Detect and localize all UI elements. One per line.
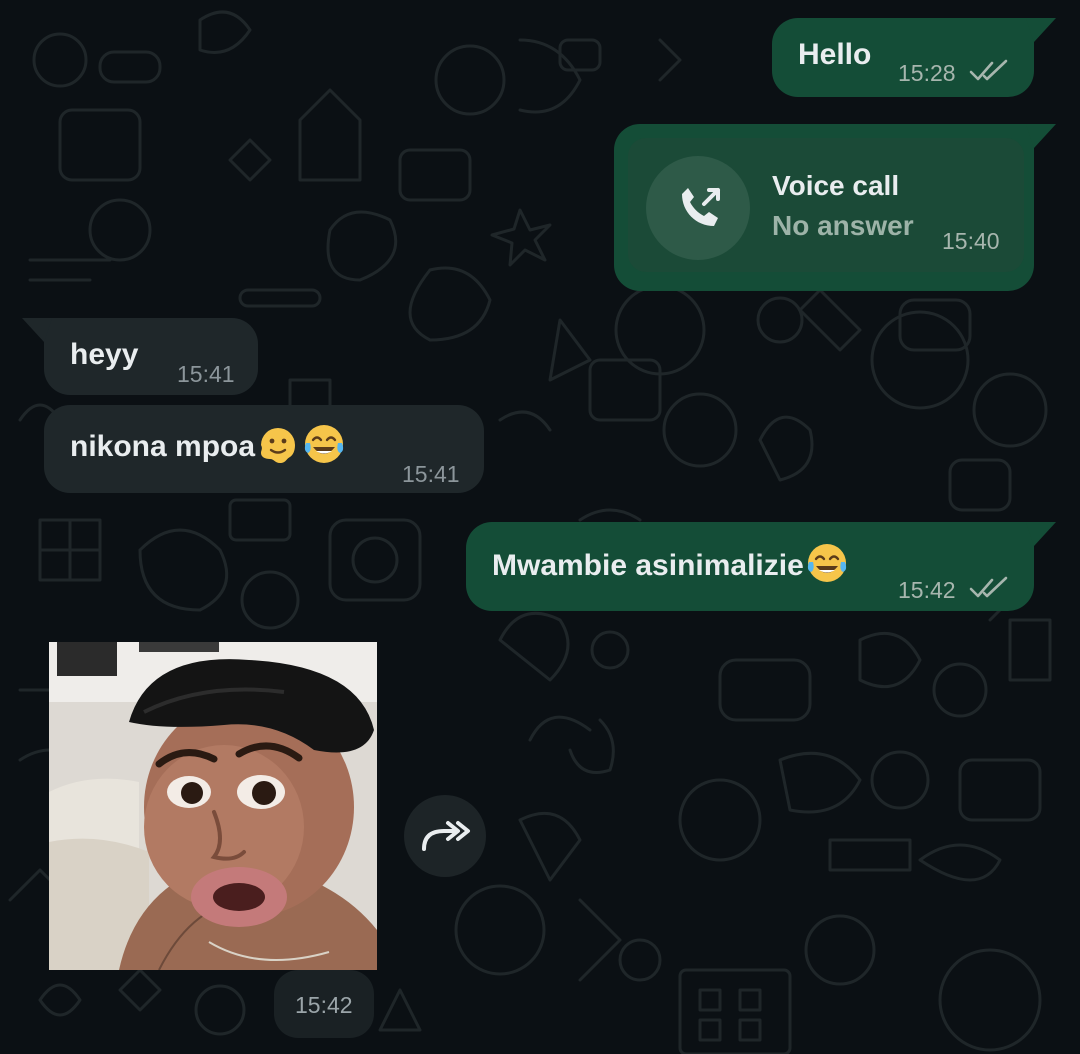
call-icon-circle: [646, 156, 750, 260]
read-double-check-icon: [969, 576, 1008, 598]
melting-face-emoji: [261, 428, 296, 463]
message-text: Mwambie asinimalizie: [492, 544, 850, 586]
message-text: Hello: [798, 38, 872, 71]
message-text: nikona mpoa: [70, 425, 347, 467]
missed-outgoing-call-icon: [682, 188, 720, 226]
bubble-tail: [22, 318, 52, 342]
message-timestamp: 15:40: [942, 228, 1000, 254]
photo-thumbnail: [49, 642, 377, 970]
bubble-tail: [1026, 124, 1056, 148]
tears-of-joy-emoji: [807, 544, 846, 582]
forward-icon: [422, 821, 470, 851]
call-title: Voice call: [772, 170, 900, 201]
image-timestamp-pill: 15:42: [274, 970, 374, 1038]
voice-call-card[interactable]: Voice call No answer 15:40: [628, 138, 1024, 272]
message-timestamp: 15:28: [898, 60, 956, 86]
outgoing-message-bubble[interactable]: Mwambie asinimalizie 15:42: [466, 522, 1056, 611]
read-double-check-icon: [969, 59, 1008, 81]
message-timestamp: 15:41: [177, 361, 235, 387]
message-timestamp: 15:42: [295, 992, 353, 1018]
message-text: heyy: [70, 338, 139, 371]
voice-call-bubble[interactable]: Voice call No answer 15:40: [614, 124, 1056, 291]
tears-of-joy-emoji: [304, 425, 344, 463]
call-status: No answer: [772, 210, 914, 241]
forward-button[interactable]: [404, 795, 486, 877]
image-message[interactable]: [49, 642, 377, 970]
incoming-message-bubble[interactable]: nikona mpoa 15:41: [44, 405, 484, 493]
message-timestamp: 15:41: [402, 461, 460, 487]
bubble-tail: [1026, 522, 1056, 546]
incoming-message-bubble[interactable]: heyy 15:41: [22, 318, 258, 395]
message-timestamp: 15:42: [898, 577, 956, 603]
bubble-tail: [1026, 18, 1056, 42]
outgoing-message-bubble[interactable]: Hello 15:28: [772, 18, 1056, 97]
